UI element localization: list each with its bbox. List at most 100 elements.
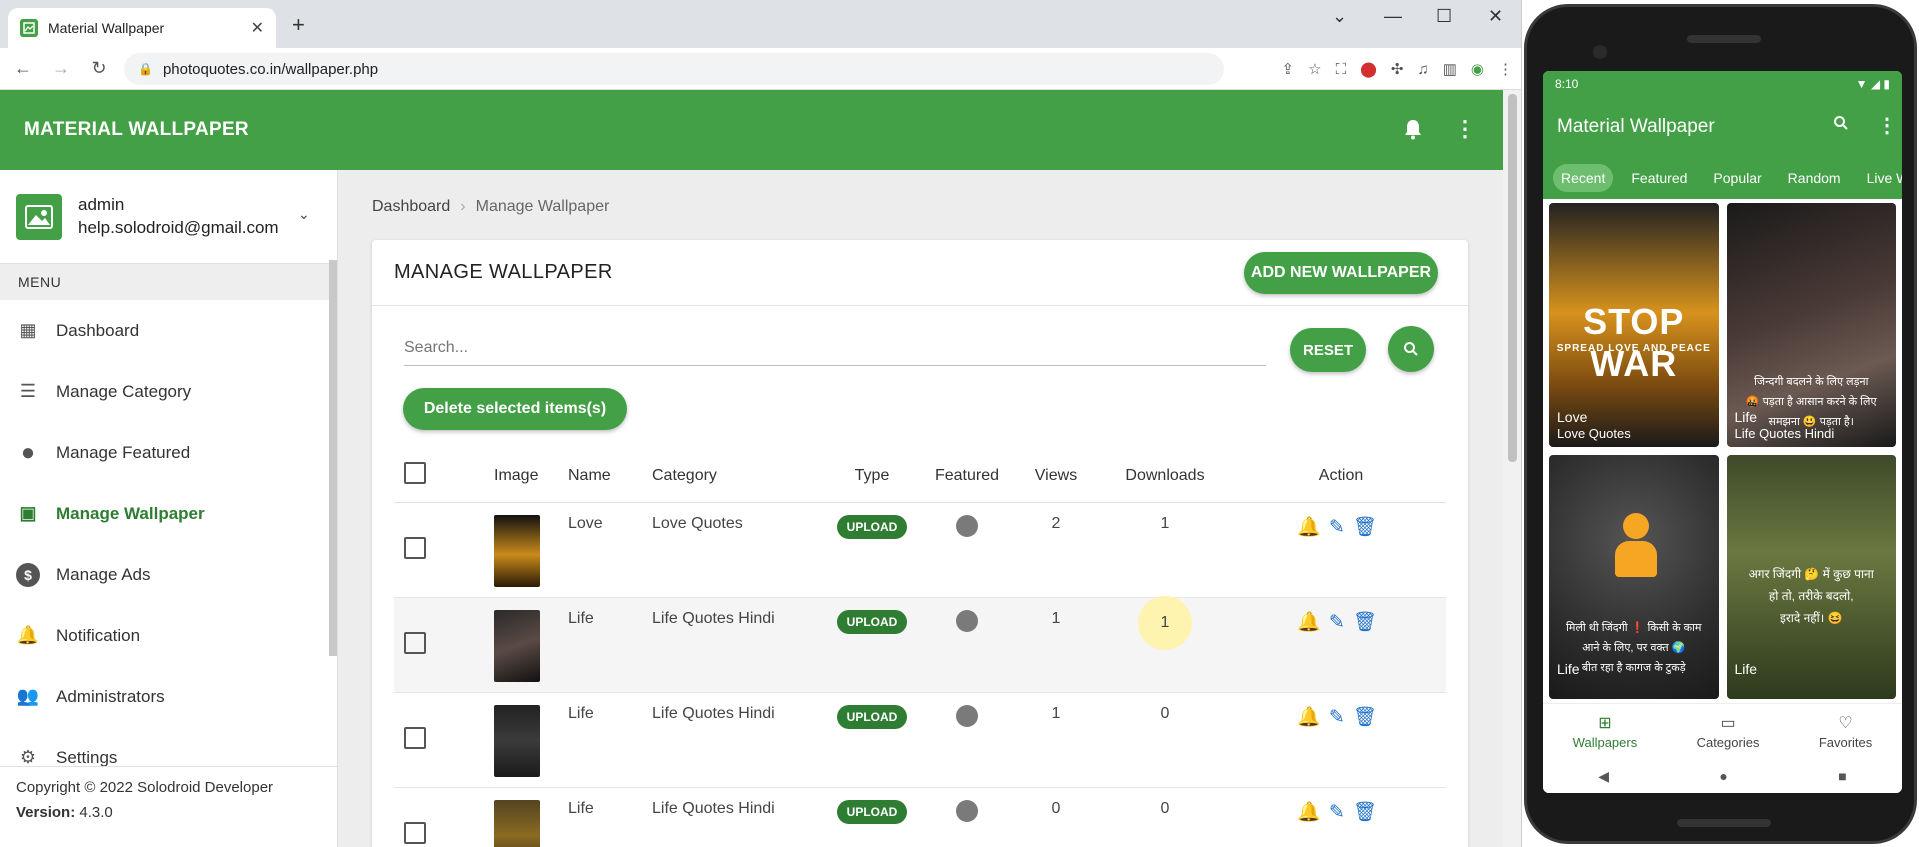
phone-more-icon[interactable]: ⋮ xyxy=(1877,113,1897,138)
tile-text-line: हो तो, तरीके बदलो, xyxy=(1768,589,1854,603)
phone-tab-recent[interactable]: Recent xyxy=(1553,164,1614,192)
sidebar-item-administrators[interactable]: 👥 Administrators xyxy=(0,666,337,727)
browser-window: Material Wallpaper ✕ + ⌄ — ☐ ✕ ← → ↻ 🔒 p… xyxy=(0,0,1522,847)
more-options-icon[interactable]: ⋮ xyxy=(1454,116,1476,142)
sidebar-item-manage-category[interactable]: ☰ Manage Category xyxy=(0,361,337,422)
home-circle-icon[interactable]: ● xyxy=(1719,768,1727,784)
sidebar-item-label: Settings xyxy=(56,747,118,767)
phone-tab-popular[interactable]: Popular xyxy=(1705,164,1769,192)
heart-icon: ♡ xyxy=(1838,715,1853,732)
app-header: MATERIAL WALLPAPER ⋮ xyxy=(0,90,1503,170)
sidebar-item-notification[interactable]: 🔔 Notification xyxy=(0,605,337,666)
minimize-icon[interactable]: — xyxy=(1384,6,1402,27)
phone-tab-live-w[interactable]: Live W xyxy=(1859,164,1902,192)
featured-toggle[interactable] xyxy=(956,704,978,727)
table-row: Life Life Quotes Hindi UPLOAD 1 1 🔔 ✎ 🗑 xyxy=(394,595,1446,693)
wallpaper-tile-2[interactable]: जिन्दगी बदलने के लिए लड़ना 🤬 पड़ता है आस… xyxy=(1726,203,1896,447)
notification-bell-icon[interactable] xyxy=(1403,118,1423,146)
notify-bell-icon[interactable]: 🔔 xyxy=(1297,517,1321,538)
search-button[interactable] xyxy=(1388,326,1434,372)
sidebar-scrollbar[interactable] xyxy=(329,260,337,656)
notify-bell-icon[interactable]: 🔔 xyxy=(1297,707,1321,728)
row-checkbox[interactable] xyxy=(404,821,426,844)
delete-trash-icon[interactable]: 🗑 xyxy=(1353,612,1377,633)
edit-pencil-icon[interactable]: ✎ xyxy=(1329,612,1345,633)
new-tab-icon[interactable]: + xyxy=(292,12,305,38)
delete-trash-icon[interactable]: 🗑 xyxy=(1353,707,1377,728)
grid-icon: ⊞ xyxy=(1598,715,1612,732)
recents-square-icon[interactable]: ■ xyxy=(1838,768,1846,784)
featured-toggle[interactable] xyxy=(956,514,978,537)
search-input[interactable] xyxy=(404,330,1266,365)
add-wallpaper-button[interactable]: ADD NEW WALLPAPER xyxy=(1244,252,1438,294)
wallpaper-card: MANAGE WALLPAPER ADD NEW WALLPAPER RESET… xyxy=(372,240,1468,847)
forward-icon[interactable]: → xyxy=(46,58,76,79)
sidebar-item-dashboard[interactable]: ▦ Dashboard xyxy=(0,300,337,361)
user-profile[interactable]: admin help.solodroid@gmail.com ⌄ xyxy=(0,170,337,264)
extension-red-icon[interactable]: ⬤ xyxy=(1360,60,1377,78)
breadcrumb-separator-icon: › xyxy=(460,198,466,215)
screenshot-icon[interactable]: ⛶ xyxy=(1336,61,1347,78)
notify-bell-icon[interactable]: 🔔 xyxy=(1297,612,1321,633)
sidebar-item-manage-ads[interactable]: $ Manage Ads xyxy=(0,544,337,605)
close-tab-icon[interactable]: ✕ xyxy=(251,18,264,38)
nav-categories[interactable]: ▭ Categories xyxy=(1697,713,1760,750)
row-checkbox[interactable] xyxy=(404,726,426,749)
extensions-icon[interactable]: ✣ xyxy=(1391,60,1404,78)
notify-bell-icon[interactable]: 🔔 xyxy=(1297,802,1321,823)
share-icon[interactable]: ⇪ xyxy=(1282,60,1295,78)
cell-category: Life Quotes Hindi xyxy=(652,692,828,788)
edit-pencil-icon[interactable]: ✎ xyxy=(1329,802,1345,823)
back-icon[interactable]: ← xyxy=(8,58,38,79)
featured-toggle[interactable] xyxy=(956,799,978,822)
tab-search-icon[interactable]: ⌄ xyxy=(1332,6,1347,27)
browser-menu-icon[interactable]: ⋮ xyxy=(1498,60,1513,78)
nav-wallpapers[interactable]: ⊞ Wallpapers xyxy=(1573,713,1638,750)
url-field[interactable]: 🔒 photoquotes.co.in/wallpaper.php xyxy=(124,53,1224,85)
bookmark-star-icon[interactable]: ☆ xyxy=(1308,60,1321,78)
media-icon[interactable]: ♫ xyxy=(1417,61,1428,78)
page-scrollbar[interactable] xyxy=(1503,90,1521,847)
sidepanel-icon[interactable]: ▥ xyxy=(1443,60,1457,78)
reload-icon[interactable]: ↻ xyxy=(84,58,114,79)
sidebar-item-label: Manage Category xyxy=(56,381,192,401)
back-triangle-icon[interactable]: ◀ xyxy=(1598,768,1609,785)
wallpaper-tile-4[interactable]: अगर जिंदगी 🤔 में कुछ पाना हो तो, तरीके ब… xyxy=(1726,455,1896,699)
reset-button[interactable]: RESET xyxy=(1290,328,1366,372)
tile-text-line: इरादे नहीं। 😆 xyxy=(1779,611,1843,625)
featured-toggle[interactable] xyxy=(956,609,978,632)
edit-pencil-icon[interactable]: ✎ xyxy=(1329,517,1345,538)
profile-icon[interactable]: ◉ xyxy=(1471,60,1484,78)
tile-category: Life xyxy=(1734,409,1758,425)
chevron-down-icon[interactable]: ⌄ xyxy=(298,206,310,223)
row-checkbox[interactable] xyxy=(404,631,426,654)
wallpaper-thumbnail[interactable] xyxy=(494,704,540,777)
row-checkbox[interactable] xyxy=(404,536,426,559)
wallpaper-thumbnail[interactable] xyxy=(494,514,540,587)
delete-trash-icon[interactable]: 🗑 xyxy=(1353,517,1377,538)
phone-tab-random[interactable]: Random xyxy=(1780,164,1849,192)
wallpaper-thumbnail[interactable] xyxy=(494,609,540,682)
sidebar-item-manage-wallpaper[interactable]: ▣ Manage Wallpaper xyxy=(0,483,337,544)
delete-trash-icon[interactable]: 🗑 xyxy=(1353,802,1377,823)
nav-favorites[interactable]: ♡ Favorites xyxy=(1819,713,1872,750)
edit-pencil-icon[interactable]: ✎ xyxy=(1329,707,1345,728)
browser-tab[interactable]: Material Wallpaper ✕ xyxy=(8,8,276,48)
close-window-icon[interactable]: ✕ xyxy=(1488,6,1503,27)
wallpaper-tile-1[interactable]: STOP WAR SPREAD LOVE AND PEACE Love Love… xyxy=(1549,203,1719,447)
type-badge: UPLOAD xyxy=(836,514,908,539)
wallpaper-tile-3[interactable]: मिली थी जिंदगी ❗ किसी के काम आने के लिए,… xyxy=(1549,455,1719,699)
delete-selected-button[interactable]: Delete selected items(s) xyxy=(403,388,627,430)
page-scrollbar-thumb[interactable] xyxy=(1508,94,1517,462)
select-all-checkbox[interactable] xyxy=(404,462,426,485)
cell-category: Life Quotes Hindi xyxy=(652,597,828,693)
sidebar-item-manage-featured[interactable]: ● Manage Featured xyxy=(0,422,337,483)
maximize-icon[interactable]: ☐ xyxy=(1436,6,1452,27)
type-badge: UPLOAD xyxy=(836,704,908,729)
wallpaper-thumbnail[interactable] xyxy=(494,799,540,847)
breadcrumb-dashboard[interactable]: Dashboard xyxy=(372,198,450,215)
col-image: Image xyxy=(494,450,568,503)
phone-tab-featured[interactable]: Featured xyxy=(1623,164,1695,192)
card-header: MANAGE WALLPAPER ADD NEW WALLPAPER xyxy=(372,240,1468,306)
phone-search-icon[interactable] xyxy=(1833,115,1849,136)
